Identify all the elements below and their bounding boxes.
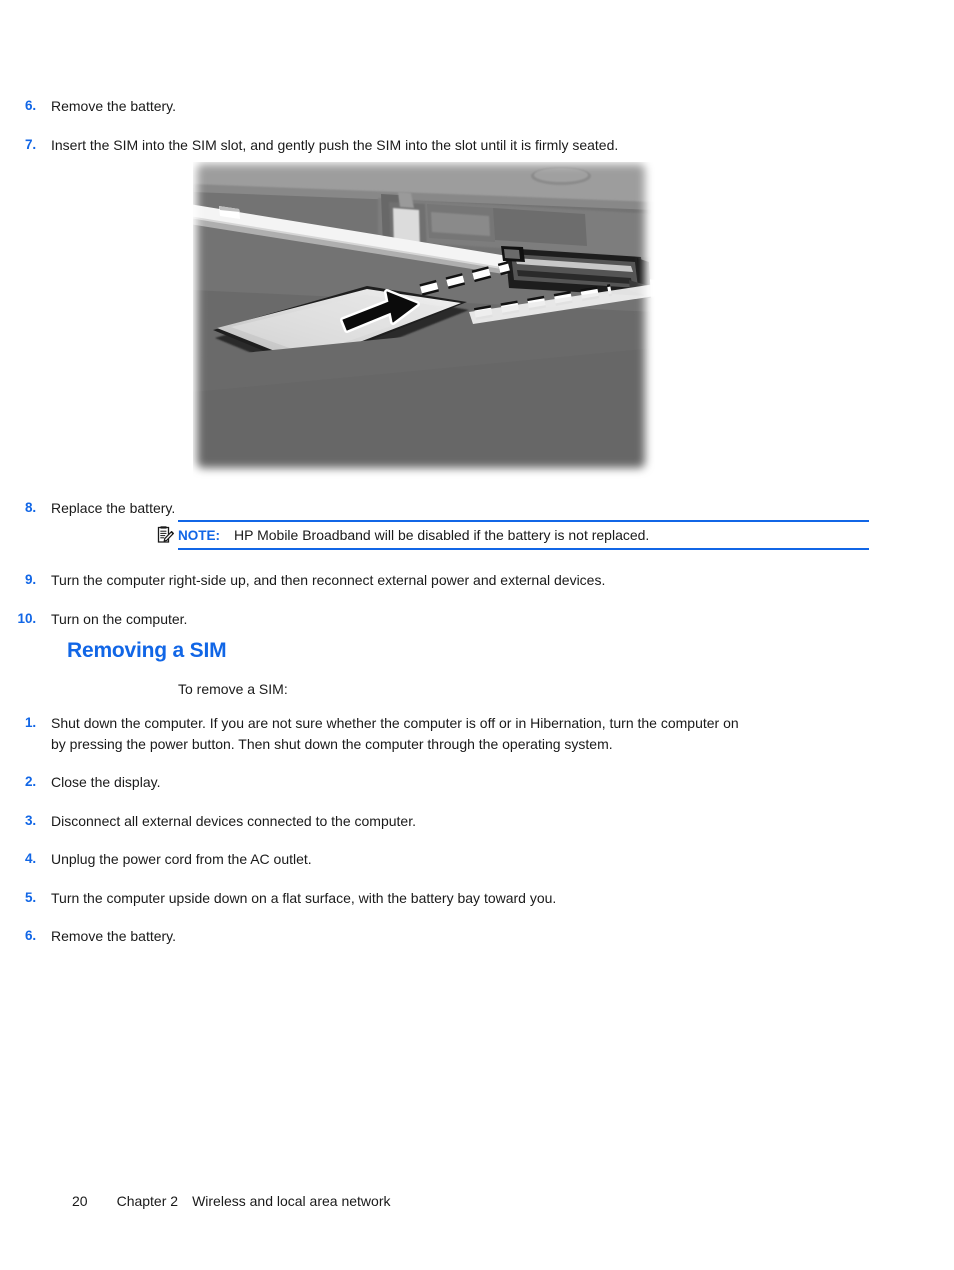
steps-list-after-note: 9. Turn the computer right-side up, and …: [0, 570, 954, 647]
note-rule-bottom: [178, 548, 869, 550]
list-item: 6. Remove the battery.: [0, 926, 954, 947]
list-item-number: 6.: [24, 98, 36, 113]
list-item: 8. Replace the battery.: [0, 498, 954, 519]
page-footer: 20 Chapter 2 Wireless and local area net…: [72, 1193, 390, 1209]
list-item: 5. Turn the computer upside down on a fl…: [0, 888, 954, 909]
list-item-text: Turn on the computer.: [51, 610, 188, 627]
list-item-text: Disconnect all external devices connecte…: [51, 812, 416, 829]
section-intro: To remove a SIM:: [178, 681, 288, 697]
note-clipboard-icon: [155, 525, 178, 545]
page-title: Removing a SIM: [67, 639, 227, 662]
list-item-number: 2.: [24, 774, 36, 789]
list-item-number: 9.: [24, 572, 36, 587]
list-item: 1. Shut down the computer. If you are no…: [0, 713, 954, 754]
list-item-number: 10.: [17, 610, 37, 626]
list-item-text: Remove the battery.: [51, 928, 177, 944]
list-item-number: 6.: [24, 928, 36, 943]
list-item-text: Insert the SIM into the SIM slot, and ge…: [51, 136, 619, 153]
list-item: 9. Turn the computer right-side up, and …: [0, 570, 954, 591]
list-item: 6. Remove the battery.: [0, 96, 954, 117]
list-item-number: 8.: [24, 500, 36, 515]
footer-page-number: 20: [72, 1193, 88, 1209]
list-item: 10. Turn on the computer.: [0, 609, 954, 630]
note-text: HP Mobile Broadband will be disabled if …: [234, 527, 650, 543]
list-item-text: Turn the computer right-side up, and the…: [51, 572, 606, 588]
footer-chapter-title: Wireless and local area network: [192, 1193, 391, 1209]
list-item-text: Remove the battery.: [51, 98, 177, 114]
note-label: NOTE:: [178, 527, 220, 543]
list-item-number: 1.: [24, 715, 36, 730]
list-item-text: Unplug the power cord from the AC outlet…: [51, 851, 312, 867]
note-callout: NOTE: HP Mobile Broadband will be disabl…: [155, 520, 869, 550]
document-page: 6. Remove the battery. 7. Insert the SIM…: [0, 0, 954, 1270]
footer-chapter: Chapter 2: [116, 1193, 179, 1209]
sim-insertion-photo: [193, 162, 655, 480]
list-item: 4. Unplug the power cord from the AC out…: [0, 849, 954, 870]
list-item-number: 5.: [24, 889, 36, 905]
list-item: 7. Insert the SIM into the SIM slot, and…: [0, 135, 954, 156]
steps-list-removing: 1. Shut down the computer. If you are no…: [0, 713, 954, 947]
list-item-text: Close the display.: [51, 774, 161, 790]
list-item-text: Turn the computer upside down on a flat …: [51, 889, 557, 906]
list-item-number: 3.: [24, 812, 36, 828]
list-item: 3. Disconnect all external devices conne…: [0, 811, 954, 832]
sim-insertion-illustration: [193, 162, 655, 480]
list-item-text: Shut down the computer. If you are not s…: [51, 715, 739, 752]
list-item-number: 4.: [24, 851, 36, 866]
list-item-number: 7.: [24, 136, 36, 152]
list-item: 2. Close the display.: [0, 772, 954, 793]
list-item-text: Replace the battery.: [51, 500, 176, 516]
steps-list-mid: 8. Replace the battery.: [0, 498, 954, 519]
